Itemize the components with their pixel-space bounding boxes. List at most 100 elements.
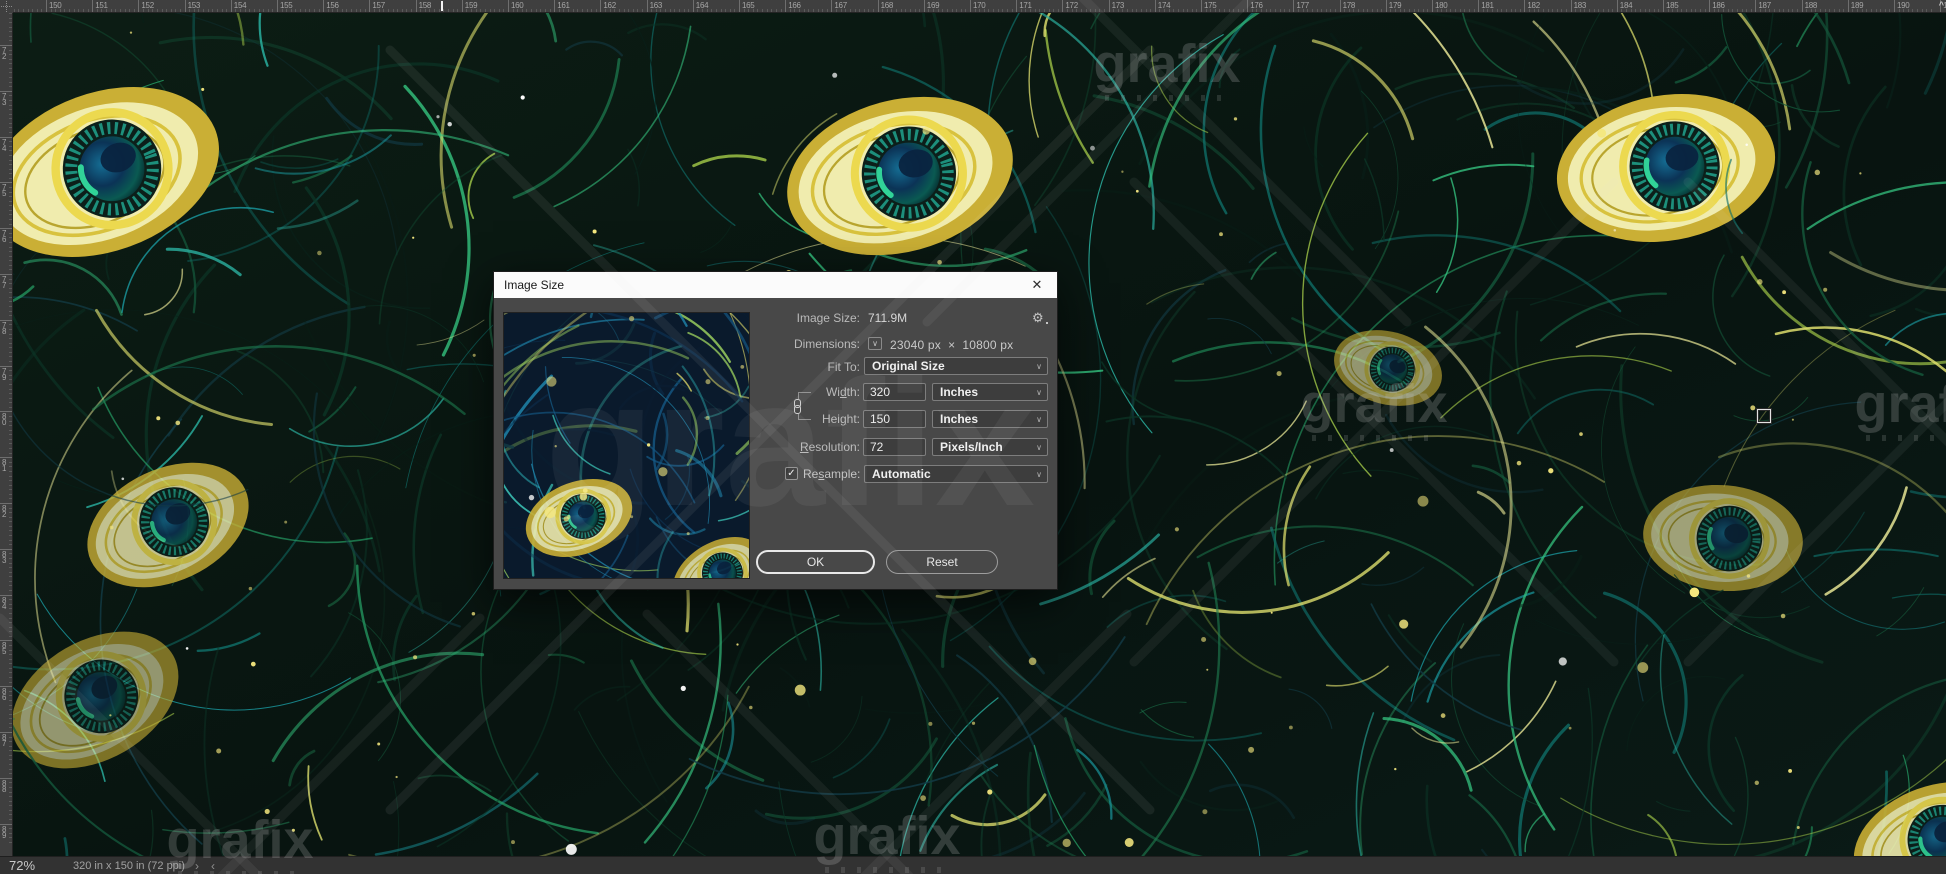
height-input[interactable] bbox=[863, 410, 926, 428]
ruler-mark bbox=[9, 572, 12, 573]
ruler-mark bbox=[9, 430, 12, 431]
ruler-mark bbox=[9, 668, 12, 669]
ruler-mark bbox=[942, 9, 943, 12]
resample-checkbox[interactable]: ✓ bbox=[785, 467, 798, 480]
ruler-mark bbox=[9, 260, 12, 261]
ruler-mark bbox=[901, 9, 902, 12]
ruler-mark bbox=[785, 0, 786, 12]
ruler-mark bbox=[1358, 9, 1359, 12]
ruler-mark bbox=[1755, 0, 1756, 12]
ruler-mark bbox=[134, 9, 135, 12]
ruler-mark bbox=[1737, 9, 1738, 12]
ruler-mark bbox=[485, 9, 486, 12]
ruler-mark bbox=[1238, 9, 1239, 12]
ruler-mark bbox=[1889, 9, 1890, 12]
ruler-mark bbox=[9, 553, 12, 554]
ruler-mark bbox=[14, 9, 15, 12]
horizontal-ruler[interactable]: 1501511521531541551561571581591601611621… bbox=[13, 0, 1946, 13]
status-menu-arrow[interactable]: › bbox=[195, 859, 199, 873]
ruler-mark bbox=[956, 9, 957, 12]
resample-select[interactable]: Automatic ∨ bbox=[864, 465, 1048, 483]
ruler-mark bbox=[9, 407, 12, 408]
ruler-mark: 157 bbox=[372, 1, 384, 10]
ruler-mark bbox=[1524, 0, 1525, 12]
ruler-mark bbox=[388, 9, 389, 12]
ruler-mark bbox=[508, 0, 509, 12]
ruler-mark bbox=[9, 448, 12, 449]
ruler-mark bbox=[9, 59, 12, 60]
status-back-arrow[interactable]: ‹ bbox=[211, 859, 215, 873]
ruler-mark bbox=[9, 585, 12, 586]
fit-to-select[interactable]: Original Size ∨ bbox=[864, 357, 1048, 375]
ruler-mark bbox=[259, 9, 260, 12]
reset-button[interactable]: Reset bbox=[886, 550, 998, 574]
ruler-mark bbox=[1912, 9, 1913, 12]
ruler-mark: 174 bbox=[1158, 1, 1170, 10]
ruler-mark bbox=[180, 9, 181, 12]
ruler-mark: 8 9 bbox=[2, 827, 6, 839]
dialog-titlebar[interactable]: Image Size ✕ bbox=[494, 272, 1057, 298]
ruler-mark bbox=[9, 356, 12, 357]
width-input[interactable] bbox=[863, 383, 926, 401]
ruler-mark bbox=[1053, 9, 1054, 12]
ruler-mark bbox=[9, 608, 12, 609]
ruler-mark bbox=[9, 796, 12, 797]
ruler-mark bbox=[1474, 9, 1475, 12]
photoshop-window: 1501511521531541551561571581591601611621… bbox=[0, 0, 1946, 874]
ruler-mark bbox=[1543, 9, 1544, 12]
ruler-mark: 181 bbox=[1481, 1, 1493, 10]
ruler-mark bbox=[600, 0, 601, 12]
close-button[interactable]: ✕ bbox=[1017, 272, 1057, 298]
ruler-mark bbox=[9, 393, 12, 394]
ruler-mark bbox=[1386, 0, 1387, 12]
ruler-mark bbox=[9, 773, 12, 774]
ruler-mark bbox=[1340, 0, 1341, 12]
width-unit-select[interactable]: Inches ∨ bbox=[932, 383, 1048, 401]
ruler-mark bbox=[9, 178, 12, 179]
ruler-mark bbox=[9, 828, 12, 829]
ruler-mark bbox=[970, 0, 971, 12]
ruler-mark bbox=[9, 805, 12, 806]
resolution-input[interactable] bbox=[863, 438, 926, 456]
ruler-mark bbox=[1839, 9, 1840, 12]
height-unit-select[interactable]: Inches ∨ bbox=[932, 410, 1048, 428]
ruler-mark bbox=[1002, 9, 1003, 12]
dimensions-unit-button[interactable]: ∨ bbox=[868, 337, 882, 350]
ruler-mark bbox=[1598, 9, 1599, 12]
ruler-mark bbox=[1589, 9, 1590, 12]
ruler-mark bbox=[9, 622, 12, 623]
zoom-level-field[interactable]: 72% bbox=[9, 858, 35, 873]
ruler-mark bbox=[762, 9, 763, 12]
ruler-mark bbox=[688, 9, 689, 12]
ruler-mark bbox=[1233, 9, 1234, 12]
ruler-mark: 152 bbox=[141, 1, 153, 10]
ruler-mark bbox=[1751, 9, 1752, 12]
ruler-mark bbox=[1044, 9, 1045, 12]
ruler-mark bbox=[9, 398, 12, 399]
ruler-mark bbox=[9, 219, 12, 220]
ruler-mark bbox=[9, 379, 12, 380]
ruler-mark bbox=[540, 9, 541, 12]
ruler-mark bbox=[1049, 9, 1050, 12]
ruler-mark: 8 3 bbox=[2, 552, 6, 564]
ruler-mark bbox=[868, 9, 869, 12]
ruler-mark bbox=[9, 792, 12, 793]
ruler-mark bbox=[1612, 9, 1613, 12]
ruler-collapse-chevron-icon[interactable]: ^ bbox=[1939, 0, 1944, 10]
ruler-mark bbox=[323, 0, 324, 12]
ruler-mark bbox=[1293, 0, 1294, 12]
ruler-mark bbox=[9, 123, 12, 124]
gear-icon[interactable]: ⚙ bbox=[1032, 310, 1044, 326]
vertical-ruler[interactable]: 7 27 37 47 57 67 77 87 98 08 18 28 38 48… bbox=[0, 13, 13, 856]
ruler-mark bbox=[499, 9, 500, 12]
ruler-mark bbox=[9, 169, 12, 170]
ruler-mark bbox=[9, 40, 12, 41]
ruler-mark bbox=[1695, 9, 1696, 12]
ruler-mark bbox=[1635, 9, 1636, 12]
ruler-mark bbox=[9, 631, 12, 632]
ok-button[interactable]: OK bbox=[756, 550, 875, 574]
resolution-unit-select[interactable]: Pixels/Inch ∨ bbox=[932, 438, 1048, 456]
chevron-down-icon: ∨ bbox=[1036, 443, 1047, 452]
ruler-origin-corner[interactable] bbox=[0, 0, 13, 13]
ruler-mark bbox=[9, 530, 12, 531]
